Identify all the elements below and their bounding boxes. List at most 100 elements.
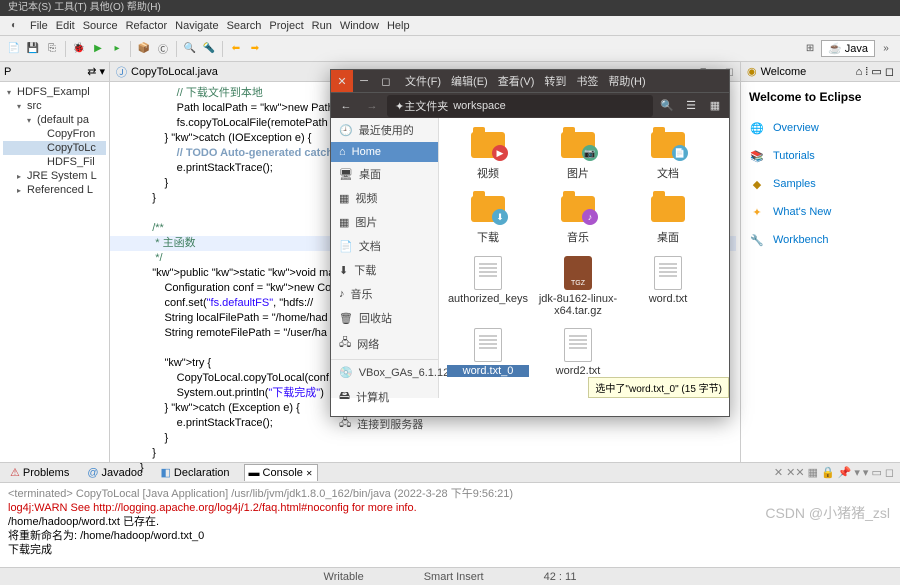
- home-icon[interactable]: ✦主文件夹: [395, 98, 448, 114]
- sidebar-item[interactable]: 📄文档: [331, 234, 438, 258]
- menu-help[interactable]: Help: [387, 20, 410, 32]
- menu-project[interactable]: Project: [269, 20, 303, 32]
- maximize-icon[interactable]: ◻: [375, 70, 397, 92]
- welcome-link[interactable]: 🔧Workbench: [749, 226, 892, 254]
- file-item[interactable]: word2.txt: [535, 324, 621, 380]
- menu-source[interactable]: Source: [83, 20, 118, 32]
- new-class-icon[interactable]: Ⓒ: [155, 41, 171, 57]
- menu-file[interactable]: File: [30, 20, 48, 32]
- sidebar-item[interactable]: ♪音乐: [331, 282, 438, 306]
- file-item[interactable]: word.txt: [625, 252, 711, 320]
- sidebar-item[interactable]: ⌂Home: [331, 142, 438, 162]
- new-icon[interactable]: 📄: [6, 41, 22, 57]
- fm-menu-bookmark[interactable]: 书签: [576, 73, 598, 89]
- file-item[interactable]: TGZjdk-8u162-linux-x64.tar.gz: [535, 252, 621, 320]
- welcome-link[interactable]: 📚Tutorials: [749, 142, 892, 170]
- fm-menu-go[interactable]: 转到: [544, 73, 566, 89]
- scroll-lock-icon[interactable]: 🔒: [821, 466, 835, 479]
- file-item[interactable]: authorized_keys: [445, 252, 531, 320]
- tree-item[interactable]: ▸JRE System L: [3, 169, 106, 183]
- fm-menu-help[interactable]: 帮助(H): [608, 73, 645, 89]
- sidebar-item[interactable]: 🖥桌面: [331, 162, 438, 186]
- menu-search[interactable]: Search: [227, 20, 262, 32]
- sidebar-item[interactable]: ▦视频: [331, 186, 438, 210]
- nav-back-icon[interactable]: ⬅: [228, 41, 244, 57]
- tree-item[interactable]: CopyFron: [3, 127, 106, 141]
- minimize-icon[interactable]: ─: [353, 70, 375, 92]
- sidebar-item[interactable]: ▦图片: [331, 210, 438, 234]
- tree-item[interactable]: ▸Referenced L: [3, 183, 106, 197]
- welcome-tab[interactable]: ◉Welcome⌂ ⁞ ▭ ◻: [741, 62, 900, 82]
- saveall-icon[interactable]: ⎘: [44, 41, 60, 57]
- display-icon[interactable]: ▾: [854, 466, 860, 479]
- sidebar-item[interactable]: 🖧连接到服务器: [331, 410, 438, 437]
- max-bottom-icon[interactable]: ◻: [885, 466, 894, 479]
- sidebar-item[interactable]: 💿VBox_GAs_6.1.12▲: [331, 362, 438, 383]
- debug-icon[interactable]: 🐞: [71, 41, 87, 57]
- fm-sidebar: 🕘最近使用的⌂Home🖥桌面▦视频▦图片📄文档⬇下载♪音乐🗑回收站🖧网络 💿VBo…: [331, 118, 439, 398]
- nav-fwd-icon[interactable]: ➡: [247, 41, 263, 57]
- min-bottom-icon[interactable]: ▭: [871, 466, 881, 479]
- close-icon[interactable]: ✕: [331, 70, 353, 92]
- more-perspective-icon[interactable]: »: [878, 41, 894, 57]
- forward-icon[interactable]: →: [361, 100, 383, 112]
- file-manager-window[interactable]: ✕ ─ ◻ 文件(F) 编辑(E) 查看(V) 转到 书签 帮助(H) ← → …: [330, 69, 730, 417]
- tree-item[interactable]: ▾(default pa: [3, 113, 106, 127]
- fm-menu-view[interactable]: 查看(V): [498, 73, 535, 89]
- run-icon[interactable]: ▶: [90, 41, 106, 57]
- welcome-link[interactable]: 🌐Overview: [749, 114, 892, 142]
- list-view-icon[interactable]: ☰: [681, 99, 701, 112]
- java-perspective-button[interactable]: ☕Java: [821, 40, 875, 57]
- welcome-pane: ◉Welcome⌂ ⁞ ▭ ◻ Welcome to Eclipse 🌐Over…: [740, 62, 900, 462]
- breadcrumb[interactable]: ✦主文件夹 workspace: [387, 95, 653, 117]
- menu-refactor[interactable]: Refactor: [126, 20, 168, 32]
- fm-menu-edit[interactable]: 编辑(E): [451, 73, 488, 89]
- sidebar-item[interactable]: 🖧网络: [331, 330, 438, 357]
- open-type-icon[interactable]: 🔍: [182, 41, 198, 57]
- fm-files-grid[interactable]: ▶视频📷图片📄文档 ⬇下载♪音乐桌面 authorized_keysTGZjdk-8…: [439, 118, 729, 398]
- open-console-icon[interactable]: ▾: [863, 466, 869, 479]
- menu-run[interactable]: Run: [312, 20, 332, 32]
- search-icon[interactable]: 🔍: [657, 99, 677, 112]
- tree-item[interactable]: ▾HDFS_Exampl: [3, 85, 106, 99]
- welcome-link[interactable]: ◆Samples: [749, 170, 892, 198]
- file-item[interactable]: ▶视频: [445, 124, 531, 184]
- back-icon[interactable]: ←: [335, 100, 357, 112]
- clear-console-icon[interactable]: ▦: [808, 466, 818, 479]
- tree-item[interactable]: HDFS_Fil: [3, 155, 106, 169]
- file-item[interactable]: ♪音乐: [535, 188, 621, 248]
- file-item[interactable]: 桌面: [625, 188, 711, 248]
- menu-window[interactable]: Window: [340, 20, 379, 32]
- fm-titlebar[interactable]: ✕ ─ ◻ 文件(F) 编辑(E) 查看(V) 转到 书签 帮助(H): [331, 70, 729, 92]
- open-perspective-icon[interactable]: ⊞: [802, 41, 818, 57]
- sidebar-item[interactable]: 🗑回收站: [331, 306, 438, 330]
- remove-all-icon[interactable]: ✕✕: [786, 466, 804, 479]
- remove-launch-icon[interactable]: ✕: [774, 466, 783, 479]
- sidebar-item[interactable]: 🖴计算机: [331, 383, 438, 410]
- fm-toolbar: ← → ✦主文件夹 workspace 🔍 ☰ ▦: [331, 92, 729, 118]
- search-icon[interactable]: 🔦: [201, 41, 217, 57]
- status-pos: 42 : 11: [544, 571, 577, 583]
- file-item[interactable]: word.txt_0: [445, 324, 531, 380]
- tree-item[interactable]: CopyToLc: [3, 141, 106, 155]
- save-icon[interactable]: 💾: [25, 41, 41, 57]
- grid-view-icon[interactable]: ▦: [705, 99, 725, 112]
- fm-menu-file[interactable]: 文件(F): [405, 73, 441, 89]
- pkg-explorer-tab[interactable]: P⇄ ▾: [0, 62, 109, 82]
- file-item[interactable]: 📄文档: [625, 124, 711, 184]
- menu-edit[interactable]: Edit: [56, 20, 75, 32]
- breadcrumb-path[interactable]: workspace: [453, 100, 506, 112]
- package-explorer: P⇄ ▾ ▾HDFS_Exampl▾src▾(default paCopyFro…: [0, 62, 110, 462]
- pin-console-icon[interactable]: 📌: [838, 466, 852, 479]
- file-item[interactable]: 📷图片: [535, 124, 621, 184]
- sidebar-item[interactable]: 🕘最近使用的: [331, 118, 438, 142]
- welcome-link[interactable]: ✦What's New: [749, 198, 892, 226]
- status-insert: Smart Insert: [424, 571, 484, 583]
- tree-item[interactable]: ▾src: [3, 99, 106, 113]
- menu-navigate[interactable]: Navigate: [175, 20, 218, 32]
- problems-tab[interactable]: ⚠Problems: [6, 464, 73, 481]
- new-pkg-icon[interactable]: 📦: [136, 41, 152, 57]
- sidebar-item[interactable]: ⬇下载: [331, 258, 438, 282]
- file-item[interactable]: ⬇下载: [445, 188, 531, 248]
- run-last-icon[interactable]: ▸: [109, 41, 125, 57]
